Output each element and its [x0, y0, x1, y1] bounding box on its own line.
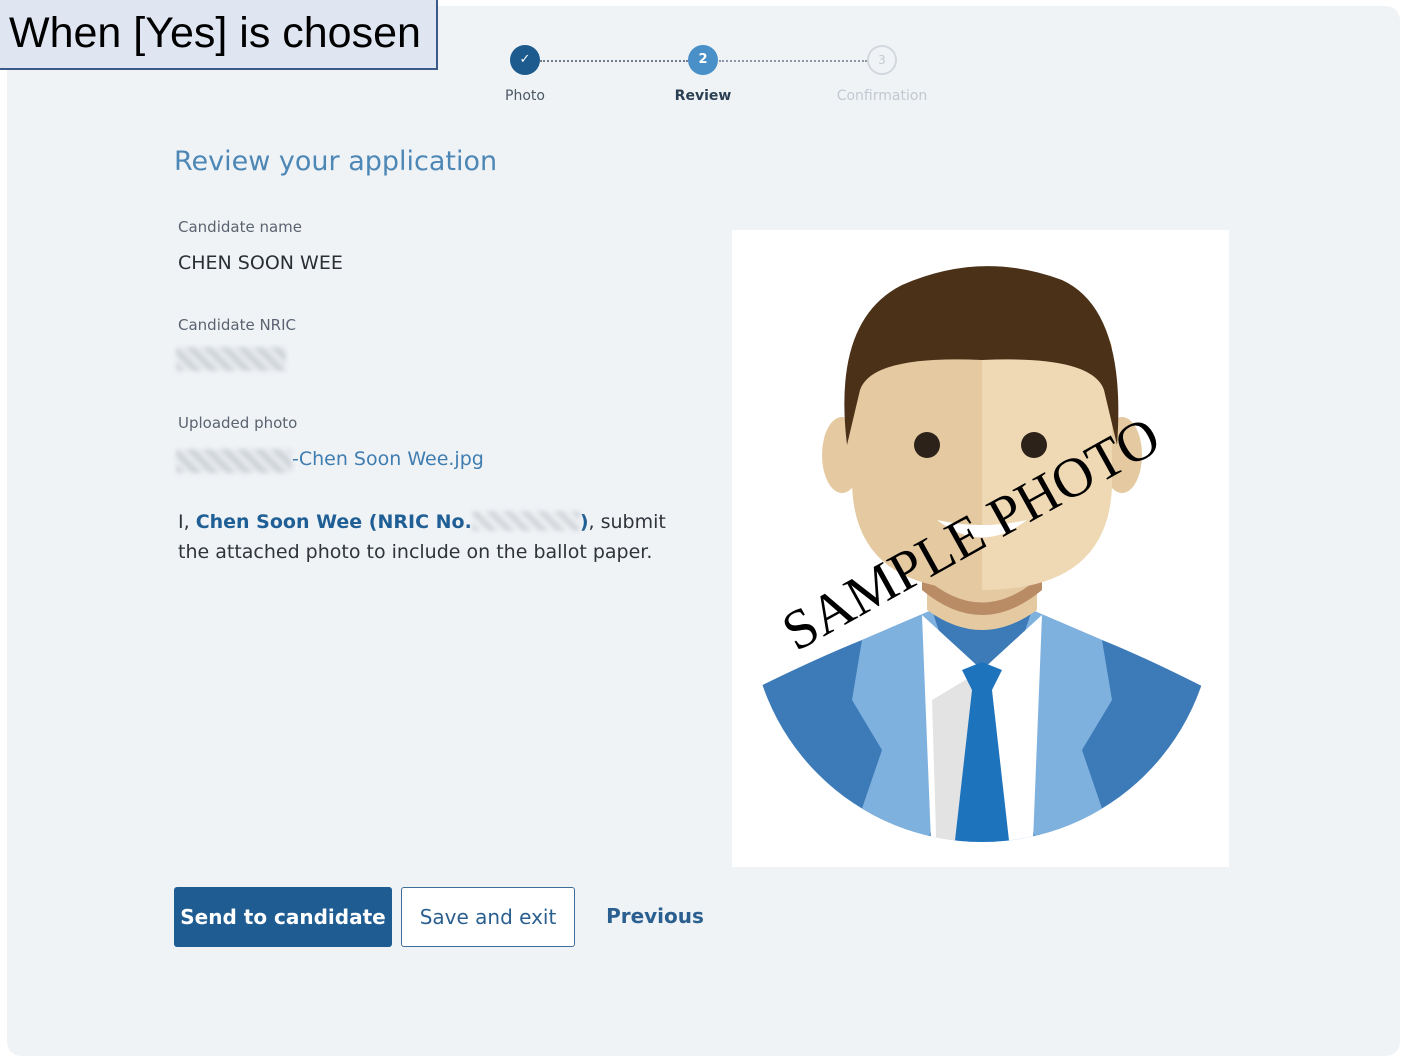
step-photo-check-icon: ✓ — [510, 45, 540, 75]
step-confirmation-label: Confirmation — [836, 88, 928, 104]
declaration-close-paren: ) — [579, 511, 589, 533]
step-confirmation-number: 3 — [867, 45, 897, 75]
step-review-label: Review — [674, 88, 732, 104]
stepper-connector-1 — [540, 60, 688, 62]
annotation-banner: When [Yes] is chosen — [0, 0, 438, 70]
declaration-prefix: I, — [178, 511, 196, 533]
declaration-text: I, Chen Soon Wee (NRIC No.), submit the … — [178, 507, 698, 567]
uploaded-photo-redacted-prefix — [176, 449, 292, 473]
uploaded-photo-link[interactable]: -Chen Soon Wee.jpg — [292, 448, 484, 470]
candidate-name-label: Candidate name — [178, 218, 302, 236]
sample-photo-illustration: SAMPLE PHOTO — [750, 266, 1214, 842]
send-to-candidate-button[interactable]: Send to candidate — [174, 887, 392, 947]
save-and-exit-button[interactable]: Save and exit — [401, 887, 575, 947]
candidate-name-value: CHEN SOON WEE — [178, 252, 343, 274]
uploaded-photo-label: Uploaded photo — [178, 414, 298, 432]
previous-button[interactable]: Previous — [600, 887, 710, 947]
stepper-connector-2 — [719, 60, 867, 62]
page-title: Review your application — [174, 146, 498, 177]
declaration-name: Chen Soon Wee (NRIC No. — [195, 511, 472, 533]
candidate-nric-label: Candidate NRIC — [178, 316, 296, 334]
step-review-number: 2 — [688, 45, 718, 75]
sample-photo: SAMPLE PHOTO — [732, 230, 1229, 867]
step-photo-label: Photo — [505, 88, 545, 104]
candidate-nric-redacted — [176, 347, 286, 371]
declaration-nric-redacted — [471, 511, 580, 531]
